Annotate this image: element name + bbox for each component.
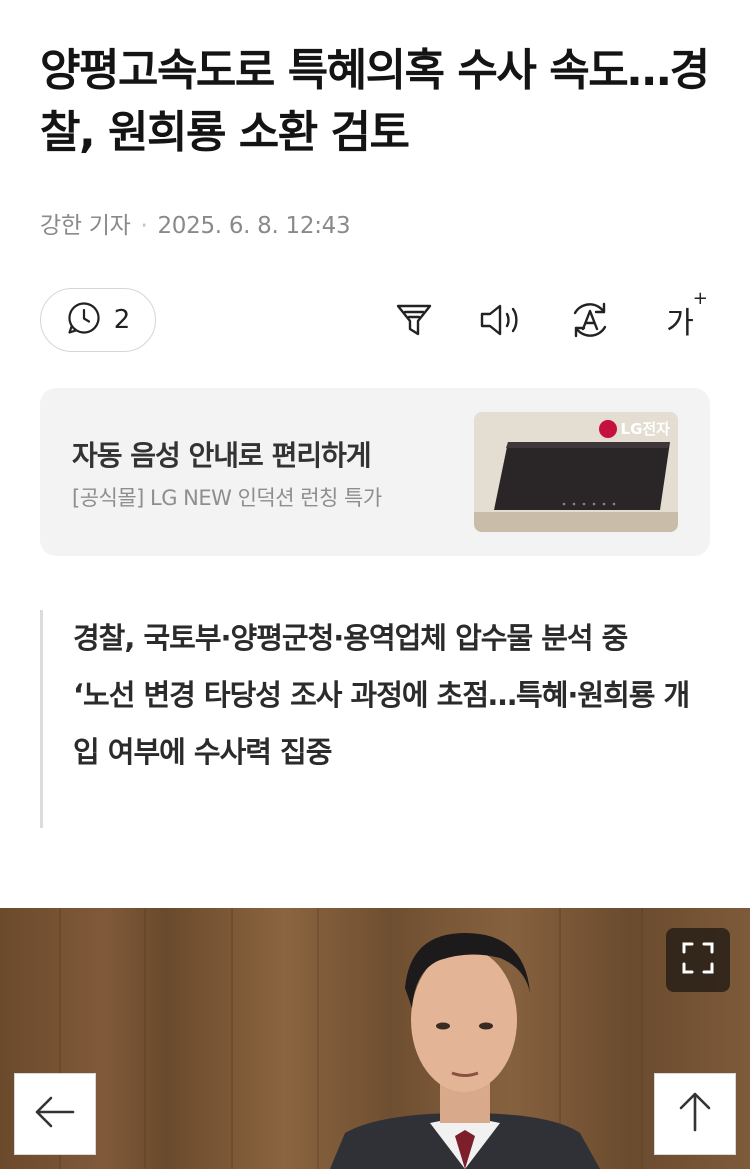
byline: 강한 기자 · 2025. 6. 8. 12:43	[40, 206, 351, 240]
comment-button[interactable]: 2	[40, 288, 156, 352]
article-photo[interactable]	[0, 908, 750, 1169]
speaker-icon	[478, 300, 524, 340]
byline-separator: ·	[140, 213, 148, 239]
back-button[interactable]	[14, 1073, 96, 1155]
ad-subtitle: [공식몰] LG NEW 인덕션 런칭 특가	[72, 486, 382, 510]
article-headline: 양평고속도로 특혜의혹 수사 속도…경찰, 원희룡 소환 검토	[40, 45, 710, 158]
article-toolbar: 2 가 +	[40, 288, 710, 352]
lg-brand-badge: LG전자	[598, 418, 670, 439]
listen-button[interactable]	[477, 296, 525, 344]
summary-filter-button[interactable]	[390, 296, 438, 344]
publish-date: 2025. 6. 8. 12:43	[157, 213, 351, 239]
article-summary: 경찰, 국토부·양평군청·용역업체 압수물 분석 중 ‘노선 변경 타당성 조사…	[40, 610, 700, 828]
lg-logo-icon	[598, 419, 617, 438]
arrow-up-icon	[673, 1090, 717, 1138]
ad-product-image: LG전자	[474, 412, 678, 532]
ad-title: 자동 음성 안내로 편리하게	[72, 439, 372, 472]
font-size-icon: 가 +	[666, 288, 708, 341]
summary-line: ‘노선 변경 타당성 조사 과정에 초점…특혜·원희룡 개입 여부에 수사력 집…	[73, 678, 690, 769]
translate-icon	[568, 298, 612, 342]
photo-illustration	[59, 908, 643, 1169]
comment-icon	[66, 300, 102, 340]
fullscreen-button[interactable]	[666, 928, 730, 992]
font-size-button[interactable]: 가 +	[656, 288, 708, 344]
summary-filter-icon	[394, 300, 434, 340]
ad-banner[interactable]: 자동 음성 안내로 편리하게 [공식몰] LG NEW 인덕션 런칭 특가 LG…	[40, 388, 710, 556]
scroll-top-button[interactable]	[654, 1073, 736, 1155]
comment-count: 2	[113, 305, 131, 335]
translate-button[interactable]	[566, 296, 614, 344]
arrow-left-icon	[33, 1090, 77, 1138]
summary-line: 경찰, 국토부·양평군청·용역업체 압수물 분석 중	[73, 621, 628, 655]
fullscreen-icon	[680, 940, 716, 980]
reporter-name[interactable]: 강한 기자	[40, 213, 131, 239]
